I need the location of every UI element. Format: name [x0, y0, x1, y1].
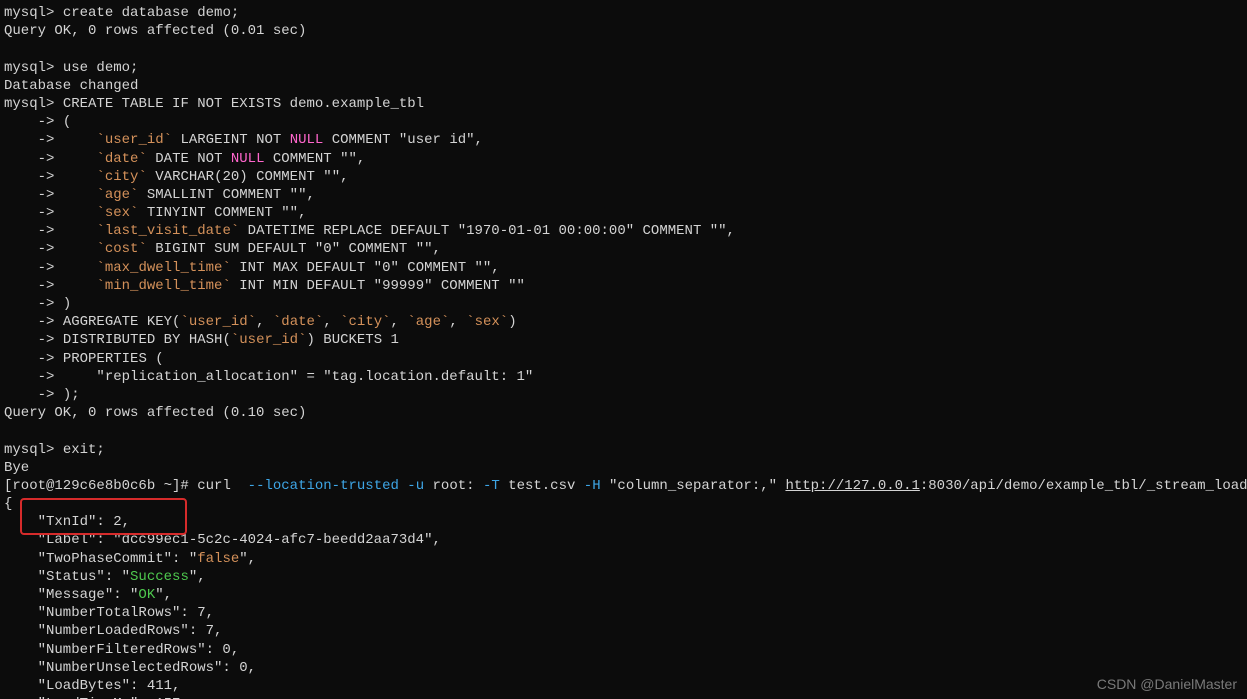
col-id: `cost`	[96, 241, 146, 257]
curl-flag: -H	[575, 478, 600, 494]
mysql-prompt: mysql>	[4, 5, 54, 21]
col-def: VARCHAR(20) COMMENT "",	[147, 169, 349, 185]
curl-flag: -T	[475, 478, 500, 494]
cont: ->	[38, 278, 55, 294]
curl-arg: root:	[424, 478, 474, 494]
cmd: exit;	[63, 442, 105, 458]
result: Query OK, 0 rows affected (0.01 sec)	[4, 23, 306, 39]
cont: ->	[38, 223, 55, 239]
result: Query OK, 0 rows affected (0.10 sec)	[4, 405, 306, 421]
cmd: create database demo;	[63, 5, 239, 21]
shell-prompt: [root@129c6e8b0c6b ~]#	[4, 478, 189, 494]
mysql-prompt: mysql>	[4, 442, 54, 458]
json-val-ok: OK	[138, 587, 155, 603]
kw-null: NULL	[231, 151, 265, 167]
cont: ->	[38, 332, 55, 348]
col-id: `user_id`	[231, 332, 307, 348]
mysql-prompt: mysql>	[4, 60, 54, 76]
json-line: "Status": "	[4, 569, 130, 585]
json-line: ",	[424, 532, 441, 548]
paren: )	[508, 314, 516, 330]
json-line: "NumberUnselectedRows": 0,	[4, 660, 256, 676]
dist: DISTRIBUTED BY HASH(	[63, 332, 231, 348]
cont: ->	[38, 187, 55, 203]
result: Bye	[4, 460, 29, 476]
paren: )	[63, 296, 71, 312]
cmd: use demo;	[63, 60, 139, 76]
col-id: `city`	[96, 169, 146, 185]
col-id: `date`	[273, 314, 323, 330]
col-def: INT MAX DEFAULT "0" COMMENT "",	[231, 260, 500, 276]
json-line: "Message": "	[4, 587, 138, 603]
cont: ->	[38, 369, 55, 385]
paren: (	[63, 114, 71, 130]
col-id: `user_id`	[180, 314, 256, 330]
props: PROPERTIES (	[63, 351, 164, 367]
col-def: TINYINT COMMENT "",	[138, 205, 306, 221]
col-id: `user_id`	[96, 132, 172, 148]
cont: ->	[38, 260, 55, 276]
col-def: DATETIME REPLACE DEFAULT "1970-01-01 00:…	[239, 223, 735, 239]
cont: ->	[38, 205, 55, 221]
terminal-output[interactable]: mysql> create database demo; Query OK, 0…	[0, 0, 1247, 699]
col-id: `date`	[96, 151, 146, 167]
cont: ->	[38, 241, 55, 257]
dist: ) BUCKETS 1	[306, 332, 398, 348]
json-line: "TxnId": 2,	[4, 514, 130, 530]
col-id: `sex`	[466, 314, 508, 330]
mysql-prompt: mysql>	[4, 96, 54, 112]
curl-flag: -u	[399, 478, 424, 494]
col-id: `sex`	[96, 205, 138, 221]
result: Database changed	[4, 78, 138, 94]
col-def: SMALLINT COMMENT "",	[138, 187, 314, 203]
cont: ->	[38, 151, 55, 167]
json-val-success: Success	[130, 569, 189, 585]
col-id: `min_dwell_time`	[96, 278, 230, 294]
cont: ->	[38, 351, 55, 367]
col-def: INT MIN DEFAULT "99999" COMMENT ""	[231, 278, 525, 294]
col-tail: COMMENT "user id",	[323, 132, 483, 148]
url-rest: :8030/api/demo/example_tbl/_stream_load	[920, 478, 1247, 494]
col-id: `age`	[407, 314, 449, 330]
json-line: "TwoPhaseCommit": "	[4, 551, 197, 567]
curl-arg: test.csv	[500, 478, 576, 494]
cont: ->	[38, 169, 55, 185]
paren: );	[63, 387, 80, 403]
col-id: `max_dwell_time`	[96, 260, 230, 276]
json-val: false	[197, 551, 239, 567]
json-brace: {	[4, 496, 12, 512]
cont: ->	[38, 314, 55, 330]
watermark-text: CSDN @DanielMaster	[1097, 675, 1237, 693]
curl-arg: "column_separator:,"	[601, 478, 786, 494]
col-def: DATE NOT	[147, 151, 231, 167]
col-def: LARGEINT NOT	[172, 132, 290, 148]
cont: ->	[38, 296, 55, 312]
col-id: `last_visit_date`	[96, 223, 239, 239]
json-line: ",	[155, 587, 172, 603]
json-line: "NumberTotalRows": 7,	[4, 605, 214, 621]
json-line: "NumberFilteredRows": 0,	[4, 642, 239, 658]
agg-key: AGGREGATE KEY(	[63, 314, 181, 330]
json-val: dcc99ec1-5c2c-4024-afc7-beedd2aa73d4	[122, 532, 424, 548]
json-line: "LoadBytes": 411,	[4, 678, 180, 694]
cont: ->	[38, 114, 55, 130]
json-line: ",	[239, 551, 256, 567]
curl-flag: --location-trusted	[239, 478, 399, 494]
json-line: ",	[189, 569, 206, 585]
cont: ->	[38, 387, 55, 403]
url: http://127.0.0.1	[785, 478, 919, 494]
col-def: BIGINT SUM DEFAULT "0" COMMENT "",	[147, 241, 441, 257]
kw-null: NULL	[290, 132, 324, 148]
prop-line: "replication_allocation" = "tag.location…	[63, 369, 533, 385]
col-id: `city`	[340, 314, 390, 330]
col-id: `age`	[96, 187, 138, 203]
cmd: curl	[197, 478, 239, 494]
cont: ->	[38, 132, 55, 148]
col-tail: COMMENT "",	[264, 151, 365, 167]
json-line: "Label": "	[4, 532, 122, 548]
json-line: "NumberLoadedRows": 7,	[4, 623, 222, 639]
cmd: CREATE TABLE IF NOT EXISTS demo.example_…	[63, 96, 424, 112]
